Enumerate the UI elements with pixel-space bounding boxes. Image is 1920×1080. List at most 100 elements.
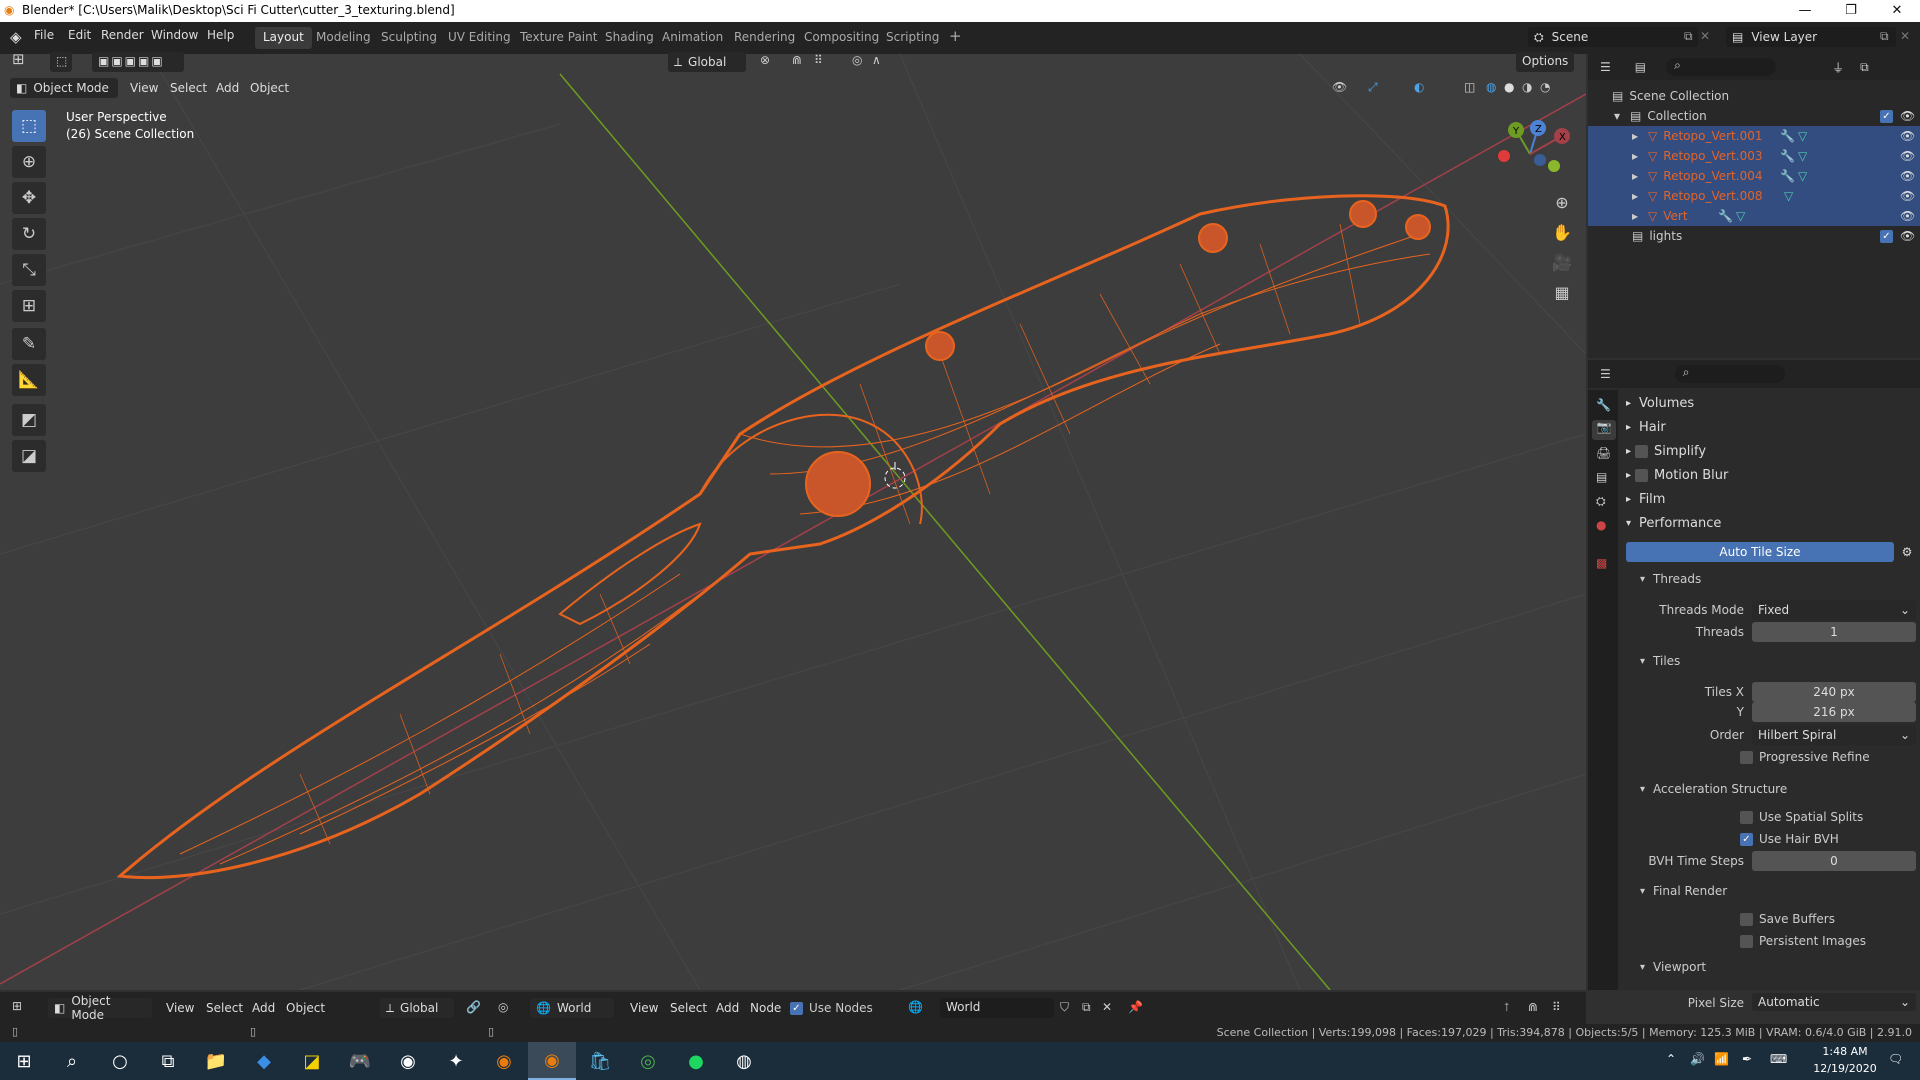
lights-checkbox[interactable]: ✓: [1880, 230, 1893, 243]
rendered-shading-icon[interactable]: ◔: [1540, 80, 1550, 94]
tab-uv-editing[interactable]: UV Editing: [440, 27, 519, 49]
viewport-menu-view[interactable]: View: [130, 81, 158, 95]
object-eye-icon[interactable]: 👁: [1900, 189, 1915, 203]
subsection-viewport[interactable]: ▾ Viewport: [1640, 960, 1706, 974]
mesh-data-icon[interactable]: ▽: [1798, 129, 1807, 143]
save-buffers-checkbox[interactable]: Save Buffers: [1740, 912, 1835, 926]
chrome-icon[interactable]: ◎: [624, 1042, 672, 1080]
section-motion-blur[interactable]: ▸ Motion Blur: [1626, 464, 1916, 486]
view-layer-tab-icon[interactable]: ▤: [1596, 470, 1607, 484]
tab-sculpting[interactable]: Sculpting: [373, 27, 445, 49]
menu-help[interactable]: Help: [207, 28, 234, 42]
expand-arrow-icon[interactable]: ▸: [1632, 189, 1638, 203]
outliner-editor-icon[interactable]: ☰: [1600, 60, 1611, 74]
knife-wireframe-mesh[interactable]: [116, 194, 1450, 880]
object-eye-icon[interactable]: 👁: [1900, 129, 1915, 143]
object-mode-dropdown[interactable]: ◧ Object Mode: [10, 78, 118, 98]
outliner-row-vert[interactable]: ▸ ▽ Vert 🔧 ▽ 👁: [1588, 206, 1920, 226]
display-mode-icon[interactable]: ▤: [1635, 60, 1646, 74]
cortana-icon[interactable]: ○: [96, 1042, 144, 1080]
mesh-data-icon[interactable]: ▽: [1798, 149, 1807, 163]
delete-scene-icon[interactable]: ✕: [1700, 29, 1710, 43]
perspective-toggle-icon[interactable]: ▦: [1550, 280, 1574, 304]
menu-window[interactable]: Window: [151, 28, 198, 42]
outliner-row-scene-collection[interactable]: ▤ Scene Collection: [1588, 86, 1920, 106]
viewport-menu-object[interactable]: Object: [250, 81, 289, 95]
menu-file[interactable]: File: [34, 28, 54, 42]
bottom-menu-select[interactable]: Select: [206, 1001, 243, 1015]
tool-tab-icon[interactable]: 🔧: [1596, 398, 1611, 412]
transform-orientation-dropdown[interactable]: ⟂ Global: [668, 52, 746, 72]
tab-layout[interactable]: Layout: [255, 27, 312, 49]
tab-rendering[interactable]: Rendering: [726, 27, 803, 49]
3d-cursor-icon[interactable]: [884, 462, 906, 489]
editor-type-icon[interactable]: ⊞: [12, 999, 22, 1013]
section-hair[interactable]: ▸ Hair: [1626, 416, 1916, 438]
delete-view-layer-icon[interactable]: ✕: [1900, 29, 1910, 43]
tab-texture-paint[interactable]: Texture Paint: [512, 27, 605, 49]
minimize-button[interactable]: —: [1782, 0, 1828, 22]
viewport-menu-select[interactable]: Select: [170, 81, 207, 95]
tray-arrow-icon[interactable]: ⌃: [1666, 1052, 1676, 1066]
pivot-icon[interactable]: ⊗: [760, 53, 770, 67]
blender-menu-icon[interactable]: ◈: [10, 28, 22, 46]
pixel-size-dropdown[interactable]: Automatic ⌄: [1752, 993, 1916, 1011]
expand-arrow-icon[interactable]: ▸: [1632, 209, 1638, 223]
motion-blur-checkbox[interactable]: [1635, 468, 1649, 482]
unlink-world-icon[interactable]: ✕: [1102, 1000, 1112, 1014]
blender-taskbar-icon[interactable]: ◉: [480, 1042, 528, 1080]
bvh-steps-field[interactable]: 0: [1752, 851, 1916, 871]
annotate-tool-icon[interactable]: ✎: [12, 328, 46, 360]
blender-active-taskbar-icon[interactable]: ◉: [528, 1042, 576, 1080]
zoom-icon[interactable]: ⊕: [1550, 190, 1574, 214]
modifier-icon[interactable]: 🔧: [1780, 129, 1795, 143]
expand-arrow-icon[interactable]: ▸: [1632, 129, 1638, 143]
tiles-y-field[interactable]: 216 px: [1752, 702, 1916, 722]
bottom-orientation-dropdown[interactable]: ⟂ Global: [380, 998, 454, 1018]
world-browse-icon[interactable]: 🌐: [908, 1000, 923, 1014]
hair-bvh-checkbox[interactable]: ✓ Use Hair BVH: [1740, 832, 1839, 846]
collection-eye-icon[interactable]: 👁: [1900, 109, 1915, 123]
tab-compositing[interactable]: Compositing: [796, 27, 887, 49]
node-menu-node[interactable]: Node: [750, 1001, 781, 1015]
3d-viewport[interactable]: ⊞ ⬚ ▣▣▣▣▣ ⟂ Global ⊗ ⋒ ⠿ ◎ ∧ Options ◧ O…: [0, 50, 1586, 990]
overlays-icon[interactable]: ◐: [1414, 80, 1424, 94]
add-cube-tool-icon[interactable]: ◩: [12, 404, 46, 436]
outliner-row-lights[interactable]: ▤ lights ✓ 👁: [1588, 226, 1920, 246]
section-performance[interactable]: ▾ Performance: [1626, 512, 1916, 534]
section-film[interactable]: ▸ Film: [1626, 488, 1916, 510]
add-workspace-button[interactable]: +: [943, 27, 968, 49]
node-menu-add[interactable]: Add: [716, 1001, 739, 1015]
pin-icon[interactable]: 📌: [1128, 1000, 1143, 1014]
order-dropdown[interactable]: Hilbert Spiral ⌄: [1752, 725, 1916, 745]
keyboard-icon[interactable]: ⌨: [1770, 1052, 1787, 1066]
outliner-row-collection[interactable]: ▾ ▤ Collection ✓ 👁: [1588, 106, 1920, 126]
node-menu-view[interactable]: View: [630, 1001, 658, 1015]
wifi-icon[interactable]: 📶: [1714, 1052, 1729, 1066]
new-collection-icon[interactable]: ⧉: [1860, 60, 1869, 75]
store-icon[interactable]: 🛍: [576, 1042, 624, 1080]
app2-icon[interactable]: ✦: [432, 1042, 480, 1080]
add-plane-tool-icon[interactable]: ◪: [12, 440, 46, 472]
bottom-menu-add[interactable]: Add: [252, 1001, 275, 1015]
subsection-tiles[interactable]: ▾ Tiles: [1640, 654, 1680, 668]
threads-field[interactable]: 1: [1752, 622, 1916, 642]
use-nodes-checkbox[interactable]: ✓ Use Nodes: [790, 1001, 873, 1015]
persistent-images-checkbox[interactable]: Persistent Images: [1740, 934, 1866, 948]
restore-button[interactable]: ❐: [1828, 0, 1874, 22]
viewport-menu-add[interactable]: Add: [216, 81, 239, 95]
bottom-mode-dropdown[interactable]: ◧ Object Mode: [48, 994, 152, 1022]
threads-mode-dropdown[interactable]: Fixed ⌄: [1752, 600, 1916, 620]
lights-eye-icon[interactable]: 👁: [1900, 229, 1915, 243]
section-volumes[interactable]: ▸ Volumes: [1626, 392, 1916, 414]
modifier-icon[interactable]: 🔧: [1780, 149, 1795, 163]
collapse-arrow-icon[interactable]: ▾: [1614, 109, 1620, 123]
selection-mode-icons[interactable]: ▣▣▣▣▣: [92, 52, 184, 72]
snap-icon[interactable]: ⋒: [1528, 1000, 1538, 1014]
render-tab-icon[interactable]: 📷: [1592, 420, 1616, 440]
xray-icon[interactable]: ◫: [1464, 80, 1475, 94]
texture-tab-icon[interactable]: ▩: [1596, 556, 1607, 570]
steam-icon[interactable]: ◉: [384, 1042, 432, 1080]
bottom-menu-object[interactable]: Object: [286, 1001, 325, 1015]
properties-search-input[interactable]: ⌕: [1674, 365, 1785, 383]
